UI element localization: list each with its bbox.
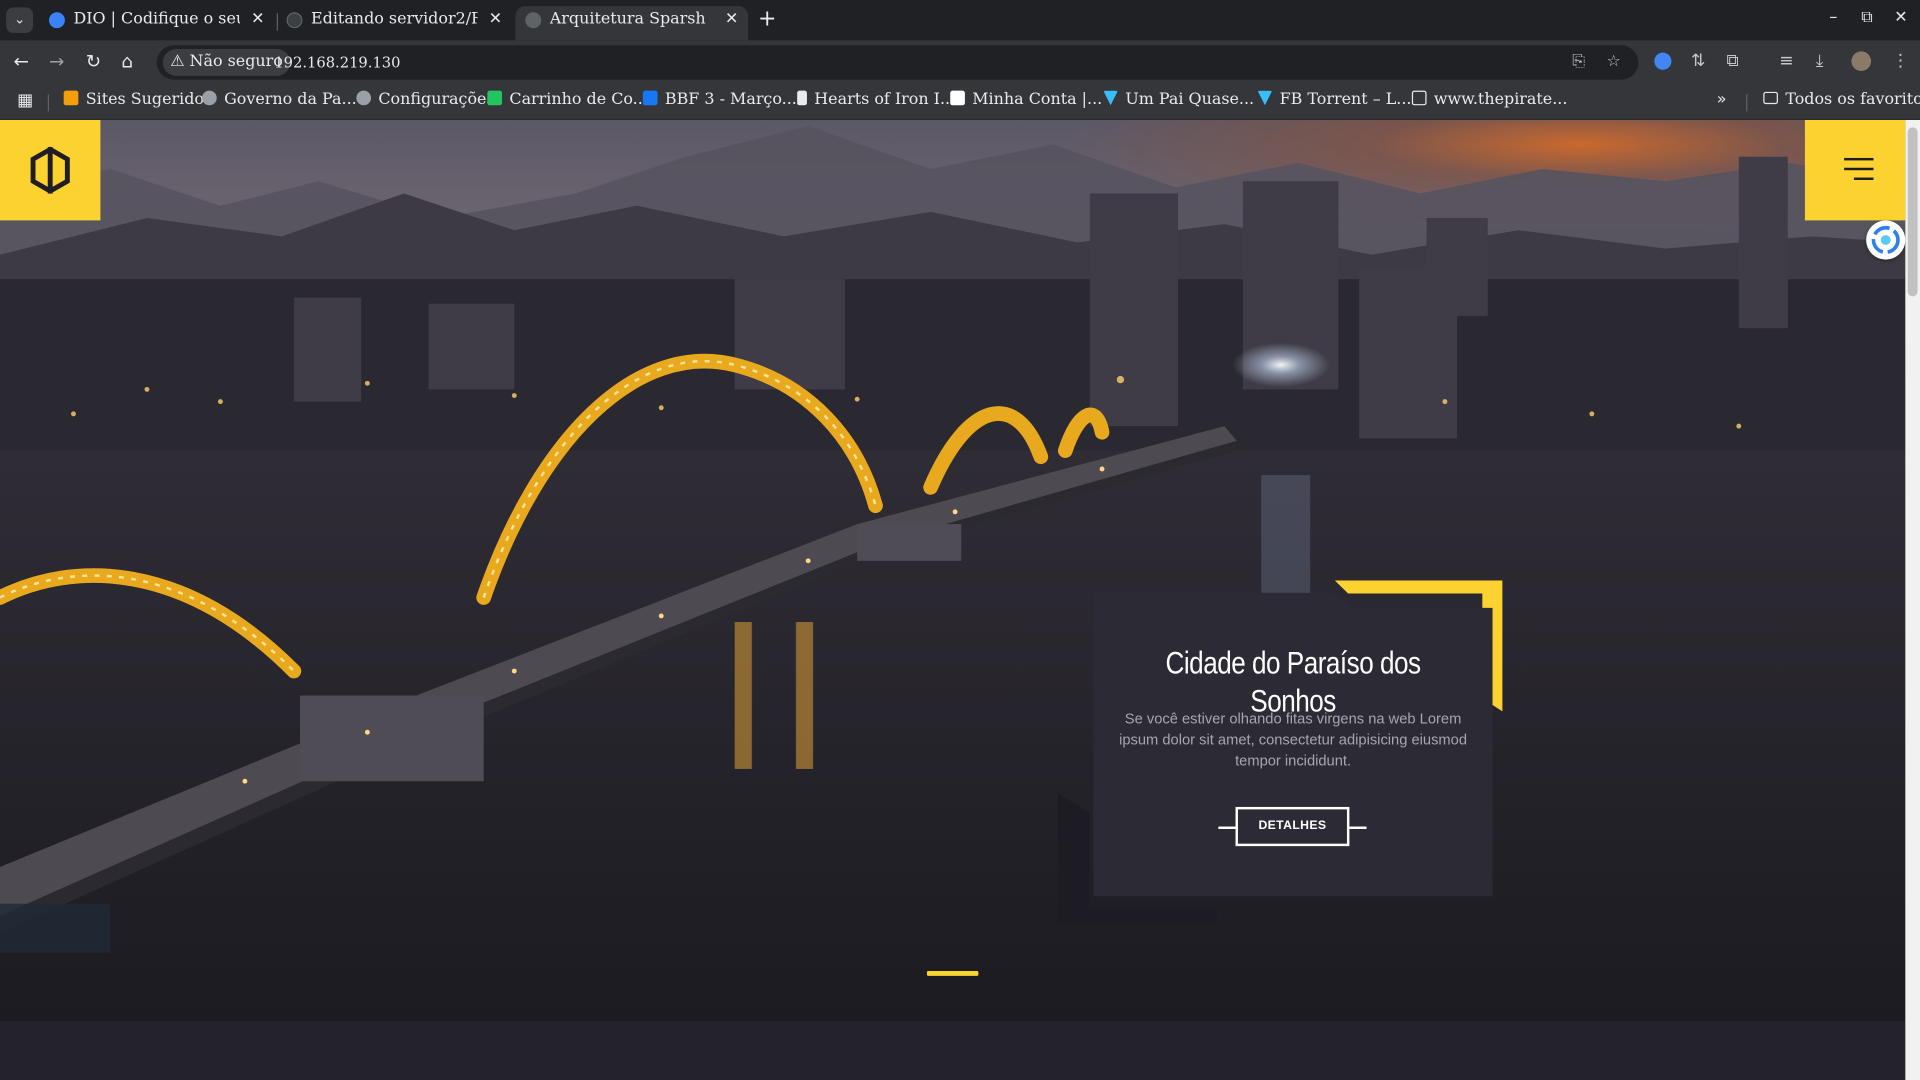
bookmark-item[interactable]: Hearts of Iron I... [797,89,955,111]
page-scrollbar[interactable] [1905,120,1920,1080]
bookmark-label: Hearts of Iron I... [814,90,956,109]
bookmark-label: Carrinho de Co... [509,90,648,109]
dio-favicon-icon [48,12,65,29]
bookmark-favicon-icon [63,90,79,106]
bookmark-label: Governo da Pa... [224,90,357,109]
tab-close-icon[interactable]: ✕ [725,6,738,33]
bookmark-item[interactable]: Minha Conta |... [950,89,1102,111]
back-icon[interactable]: ← [13,50,28,72]
bookmark-label: Configurações [378,90,495,109]
bookmark-item[interactable]: Sites Sugeridos [63,89,213,111]
globe-icon [202,90,217,106]
details-button[interactable]: DETALHES [1235,806,1350,847]
translate-icon[interactable]: ⎘ [1572,53,1585,71]
next-section [0,1021,1906,1080]
download-icon[interactable]: ⤓ [1816,51,1824,71]
extension-icon[interactable] [1654,52,1672,70]
bookmark-item[interactable]: Carrinho de Co... [487,89,648,111]
folder-icon [1763,91,1778,105]
download-arrow-icon [1257,90,1273,106]
new-tab-button[interactable]: + [758,6,776,33]
tab-close-icon[interactable]: ✕ [489,6,502,33]
bookmark-favicon-icon [797,90,807,106]
hero-slider [0,120,1906,1022]
gear-icon [356,90,372,106]
reload-icon[interactable]: ↻ [86,50,101,72]
logo-icon [30,146,70,194]
city-background-image [0,126,1906,1022]
address-bar[interactable]: ⚠ Não seguro 192.168.219.130 ⎘ ☆ [156,45,1639,80]
browser-toolbar: ← → ↻ ⌂ ⚠ Não seguro 192.168.219.130 ⎘ ☆… [0,40,1920,85]
bookmark-label: BBF 3 - Março... [664,90,797,109]
home-icon[interactable]: ⌂ [121,50,133,72]
bookmarks-overflow-button[interactable]: » [1717,89,1727,111]
bookmark-separator [47,94,49,112]
facebook-icon [642,90,658,106]
bookmark-favicon-icon [1411,90,1427,106]
bookmark-separator [1746,94,1748,112]
tab-dio[interactable]: DIO | Codifique o seu futuro ✕ [39,6,274,40]
tab-editando[interactable]: Editando servidor2/README ✕ [277,6,512,40]
tab-title: Editando servidor2/README [311,9,478,29]
profile-avatar[interactable] [1851,51,1872,72]
tab-title: DIO | Codifique o seu futuro [73,9,240,29]
bookmarks-bar: ▦ Sites Sugeridos Governo da Pa... Confi… [0,84,1920,121]
download-arrow-icon [1103,90,1118,106]
slider-indicator[interactable] [926,971,979,976]
github-favicon-icon [286,12,303,29]
bookmark-label: Um Pai Quase... [1125,90,1255,109]
slide-description: Se você estiver olhando fitas virgens na… [1119,710,1468,769]
bookmark-item[interactable]: Um Pai Quase... [1103,89,1254,111]
slide-card: Cidade do Paraíso dos Sonhos Se você est… [1093,592,1493,897]
tab-arquitetura-sparsh[interactable]: Arquitetura Sparsh ✕ [515,6,749,41]
bookmark-label: www.thepirate... [1433,90,1568,109]
restore-icon[interactable]: ⧉ [1861,9,1872,27]
close-window-icon[interactable]: ✕ [1894,9,1907,27]
bookmark-favicon-icon [487,90,503,106]
bookmark-item[interactable]: BBF 3 - Março... [642,89,797,111]
bookmark-label: Minha Conta |... [972,90,1103,109]
media-controls-icon[interactable]: ≡ [1779,51,1793,71]
menu-button[interactable] [1804,120,1906,221]
site-logo[interactable] [0,120,101,221]
hamburger-line [1844,157,1874,161]
forward-icon[interactable]: → [49,50,64,72]
bookmark-item[interactable]: Configurações [356,89,495,111]
bookmark-label: FB Torrent – L... [1279,90,1412,109]
hamburger-line [1844,167,1874,171]
all-bookmarks-label: Todos os favoritos [1785,90,1920,109]
bookmark-item[interactable]: Governo da Pa... [202,89,357,111]
hamburger-line [1853,177,1874,181]
assistant-float-button[interactable] [1866,220,1906,260]
tab-strip: ⌄ DIO | Codifique o seu futuro ✕ Editand… [0,0,1920,41]
tab-close-icon[interactable]: ✕ [251,6,264,33]
security-chip[interactable]: ⚠ Não seguro [162,48,291,76]
swirl-icon [1871,225,1900,255]
menu-kebab-icon[interactable]: ⋮ [1892,51,1909,71]
extensions-puzzle-icon[interactable]: ⧉ [1727,51,1739,71]
bookmark-label: Sites Sugeridos [85,90,213,109]
button-line-right [1349,826,1367,829]
bookmark-star-icon[interactable]: ☆ [1607,53,1621,71]
tab-title: Arquitetura Sparsh [549,9,706,29]
globe-favicon-icon [525,12,542,29]
scrollbar-thumb[interactable] [1907,127,1918,297]
apps-grid-icon[interactable]: ▦ [17,89,33,111]
bookmark-item[interactable]: www.thepirate... [1411,89,1568,111]
minimize-icon[interactable]: – [1829,9,1837,27]
button-line-left [1218,826,1236,829]
browser-window: ⌄ DIO | Codifique o seu futuro ✕ Editand… [0,0,1920,1080]
extension-translator-icon[interactable]: ⇅ [1691,51,1705,71]
bookmark-item[interactable]: FB Torrent – L... [1257,89,1412,111]
all-bookmarks-button[interactable]: Todos os favoritos [1763,89,1920,111]
bookmark-favicon-icon [950,90,965,106]
tab-search-button[interactable]: ⌄ [6,7,34,34]
url-text[interactable]: 192.168.219.130 [274,45,400,79]
